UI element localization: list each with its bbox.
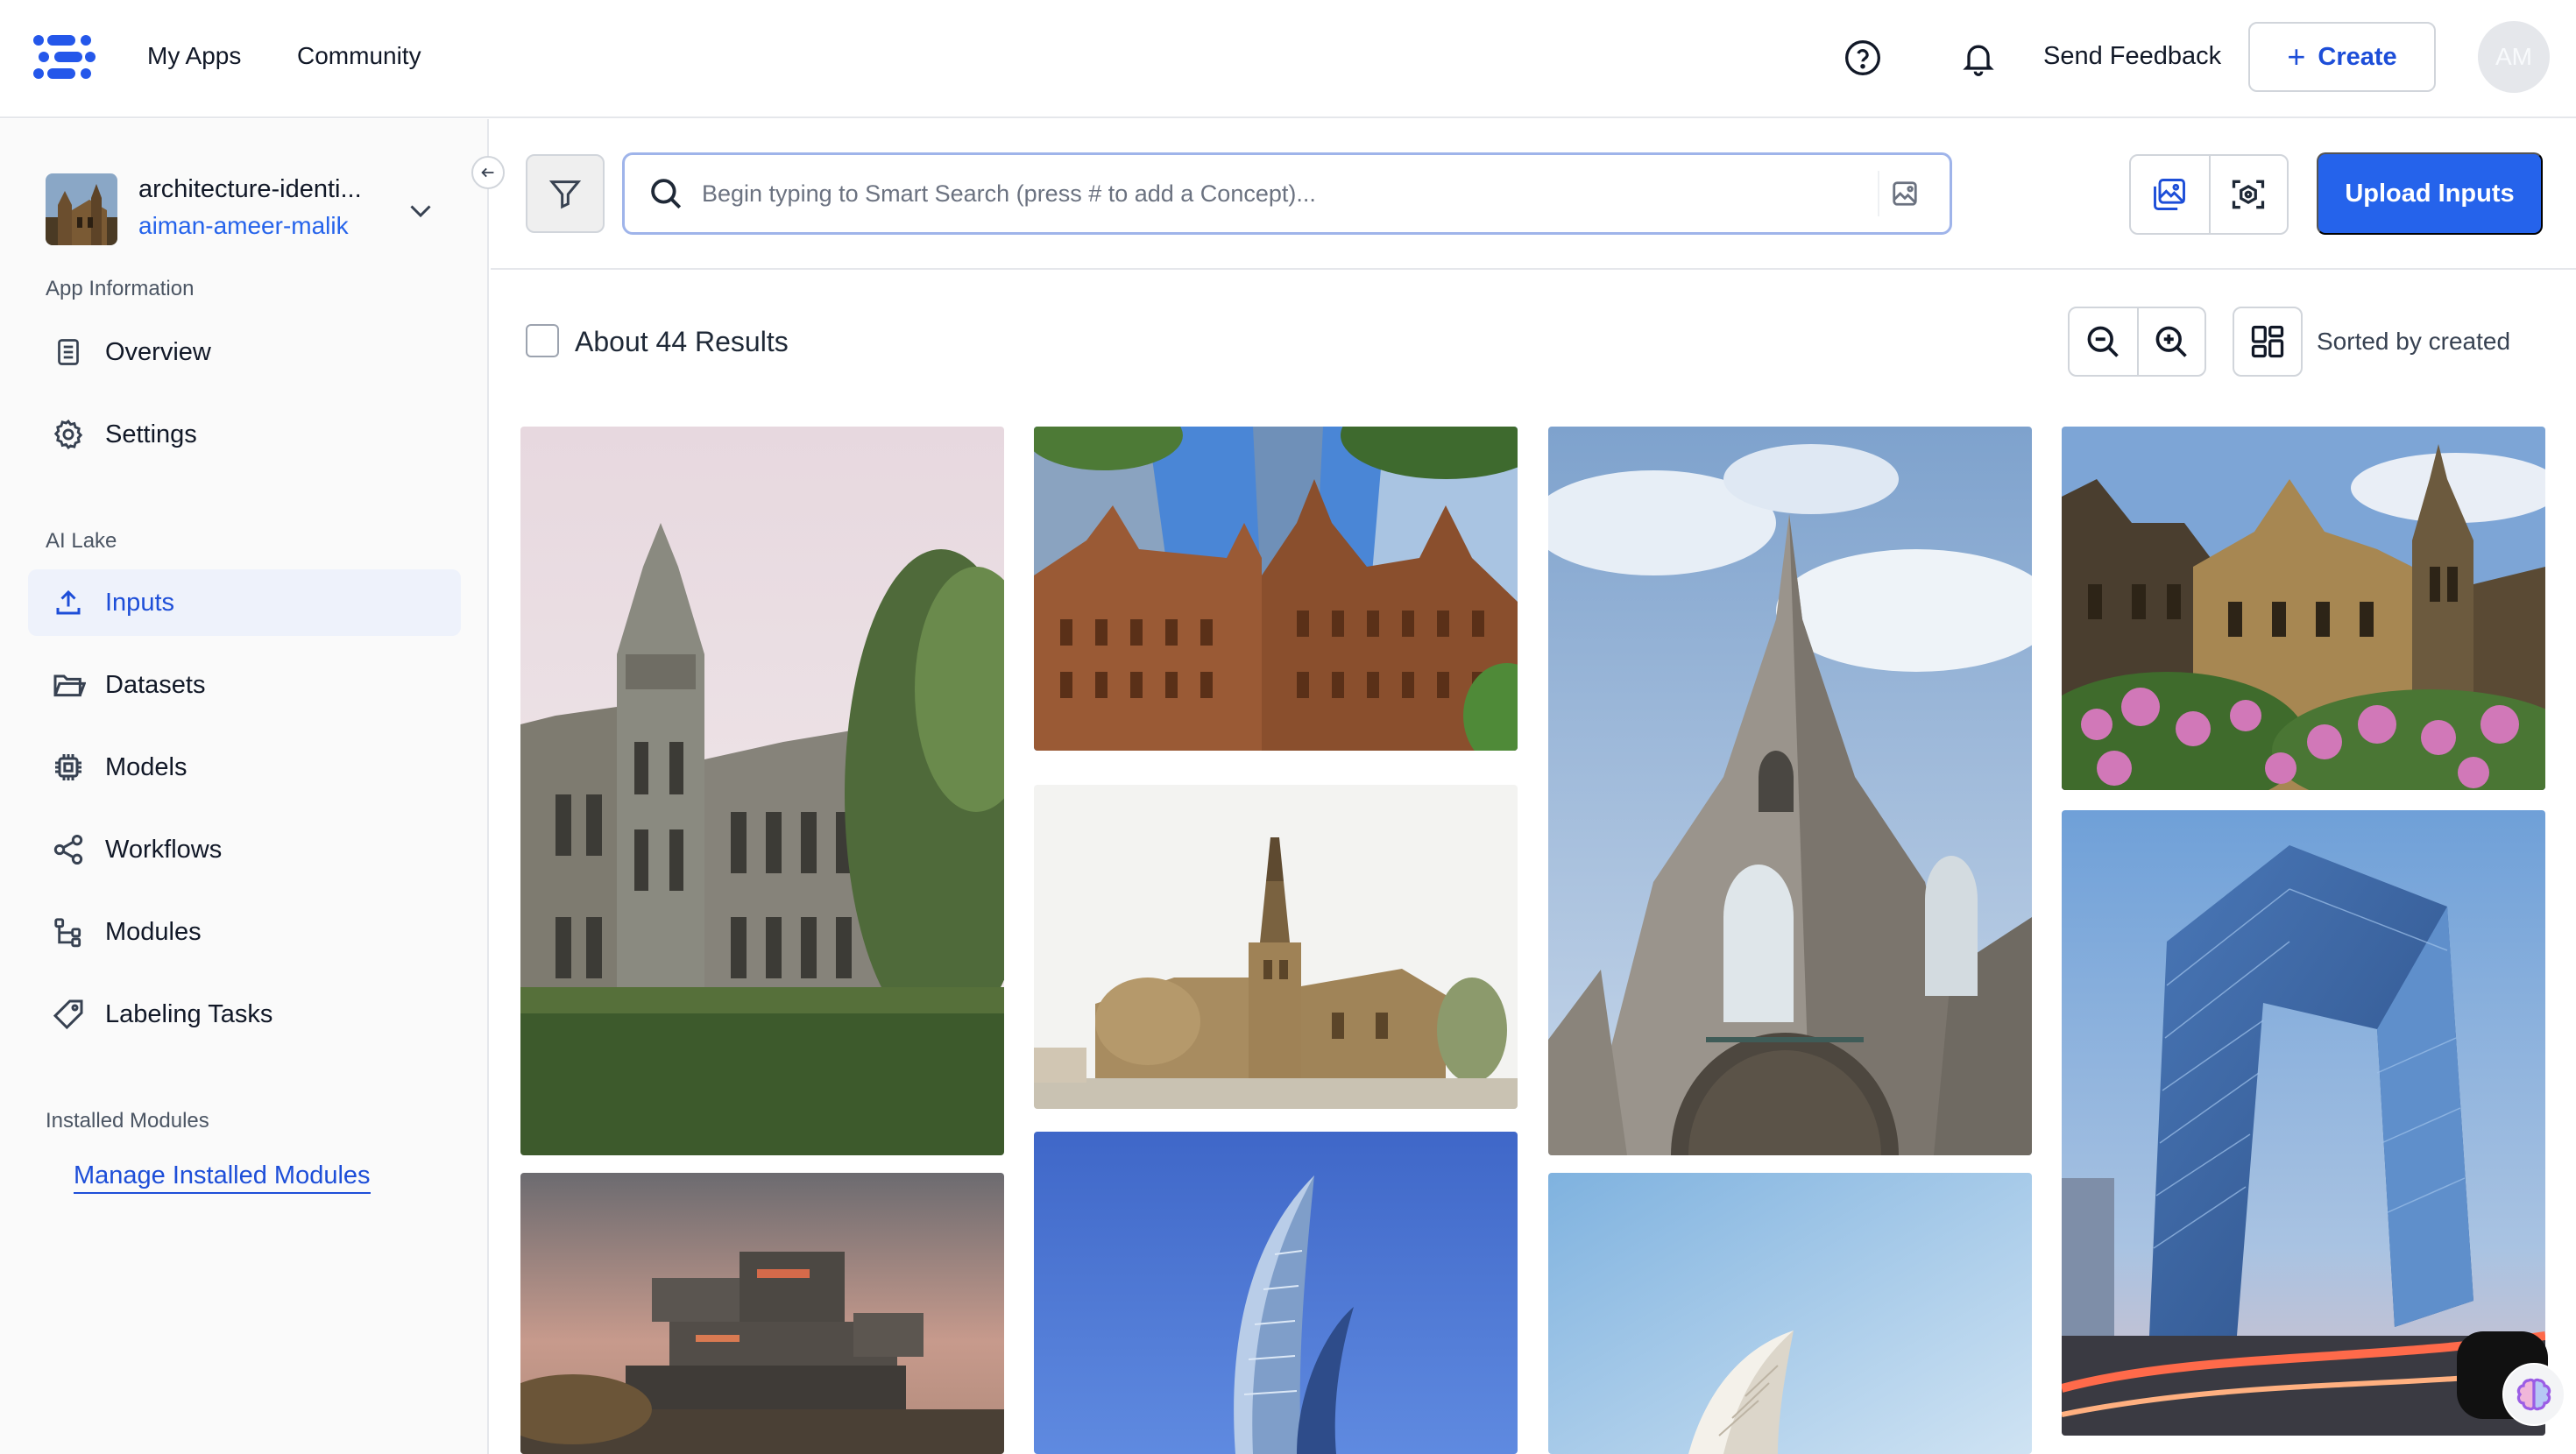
notification-bell-icon[interactable] — [1959, 39, 1998, 77]
scan-object-icon — [2233, 180, 2265, 209]
ai-assistant-brain-icon[interactable] — [2502, 1363, 2565, 1426]
input-thumbnail[interactable] — [1548, 1173, 2032, 1454]
sidebar: architecture-identi... aiman-ameer-malik… — [0, 119, 489, 1454]
sidebar-item-label: Models — [105, 752, 188, 781]
zoom-out-button[interactable] — [2070, 308, 2137, 375]
smart-search-input[interactable] — [702, 159, 1878, 229]
create-button[interactable]: + Create — [2248, 22, 2436, 92]
filter-funnel-icon — [548, 180, 582, 209]
sidebar-item-label: Modules — [105, 917, 202, 946]
sidebar-item-datasets[interactable]: Datasets — [28, 652, 461, 718]
sidebar-item-inputs[interactable]: Inputs — [28, 569, 461, 636]
sidebar-item-overview[interactable]: Overview — [28, 319, 461, 385]
arrow-left-icon — [481, 167, 494, 178]
sidebar-item-label: Overview — [105, 337, 211, 366]
input-thumbnail[interactable] — [1034, 785, 1518, 1109]
input-thumbnail[interactable] — [1034, 427, 1518, 751]
sidebar-item-label: Settings — [105, 420, 197, 448]
select-all-checkbox[interactable] — [526, 324, 559, 357]
sidebar-item-label: Datasets — [105, 670, 206, 699]
zoom-controls — [2068, 307, 2206, 377]
results-count: About 44 Results — [575, 326, 789, 357]
user-avatar[interactable]: AM — [2478, 21, 2550, 93]
share-nodes-icon — [49, 830, 88, 869]
visual-search-button[interactable] — [2131, 156, 2209, 233]
sidebar-item-modules[interactable]: Modules — [28, 899, 461, 965]
layout-toggle-button[interactable] — [2233, 307, 2303, 377]
grid-layout-icon — [2251, 325, 2284, 358]
sidebar-item-label: Labeling Tasks — [105, 999, 273, 1028]
sidebar-item-settings[interactable]: Settings — [28, 401, 461, 468]
create-label: Create — [2318, 42, 2397, 71]
visual-search-group — [2129, 154, 2289, 235]
smart-search-bar[interactable] — [622, 152, 1952, 235]
upload-icon — [49, 583, 88, 622]
chevron-down-icon[interactable] — [405, 194, 436, 226]
nav-community[interactable]: Community — [297, 42, 421, 70]
top-navigation-bar: My Apps Community Send Feedback + Create… — [0, 0, 2576, 118]
sidebar-item-label: Inputs — [105, 588, 174, 617]
image-search-icon[interactable] — [1878, 171, 1923, 216]
nav-my-apps[interactable]: My Apps — [147, 42, 241, 70]
sort-dropdown[interactable]: Sorted by created — [2317, 328, 2510, 356]
plus-icon: + — [2287, 39, 2306, 74]
input-thumbnail[interactable] — [2062, 427, 2545, 790]
input-thumbnail[interactable] — [1548, 427, 2032, 1155]
object-detection-button[interactable] — [2208, 156, 2287, 233]
upload-inputs-button[interactable]: Upload Inputs — [2317, 152, 2543, 235]
document-icon — [49, 333, 88, 371]
collapse-sidebar-button[interactable] — [471, 156, 505, 189]
input-thumbnail[interactable] — [520, 427, 1004, 1155]
app-owner-link[interactable]: aiman-ameer-malik — [138, 212, 349, 240]
section-label-ai-lake: AI Lake — [46, 529, 117, 553]
input-thumbnail[interactable] — [520, 1173, 1004, 1454]
chip-icon — [49, 748, 88, 787]
app-thumbnail — [46, 173, 117, 245]
app-name[interactable]: architecture-identi... — [138, 175, 362, 204]
manage-installed-modules-link[interactable]: Manage Installed Modules — [74, 1161, 371, 1194]
section-label-installed-modules: Installed Modules — [46, 1109, 209, 1133]
module-branch-icon — [49, 913, 88, 951]
zoom-in-button[interactable] — [2136, 308, 2204, 375]
zoom-out-icon — [2088, 326, 2120, 357]
send-feedback-link[interactable]: Send Feedback — [2043, 42, 2221, 71]
clarifai-logo[interactable] — [32, 28, 96, 86]
sidebar-item-models[interactable]: Models — [28, 734, 461, 801]
tag-icon — [49, 995, 88, 1034]
section-label-app-information: App Information — [46, 277, 195, 300]
images-icon — [2154, 179, 2186, 210]
sidebar-item-label: Workflows — [105, 835, 223, 864]
input-thumbnail[interactable] — [1034, 1132, 1518, 1454]
search-icon — [651, 179, 682, 209]
sidebar-item-labeling-tasks[interactable]: Labeling Tasks — [28, 981, 461, 1048]
sidebar-item-workflows[interactable]: Workflows — [28, 816, 461, 883]
zoom-in-icon — [2156, 326, 2188, 357]
inputs-toolbar: Upload Inputs — [491, 119, 2576, 270]
folder-icon — [49, 666, 88, 704]
filter-button[interactable] — [526, 154, 605, 233]
gear-icon — [49, 415, 88, 454]
help-icon[interactable] — [1844, 39, 1882, 77]
